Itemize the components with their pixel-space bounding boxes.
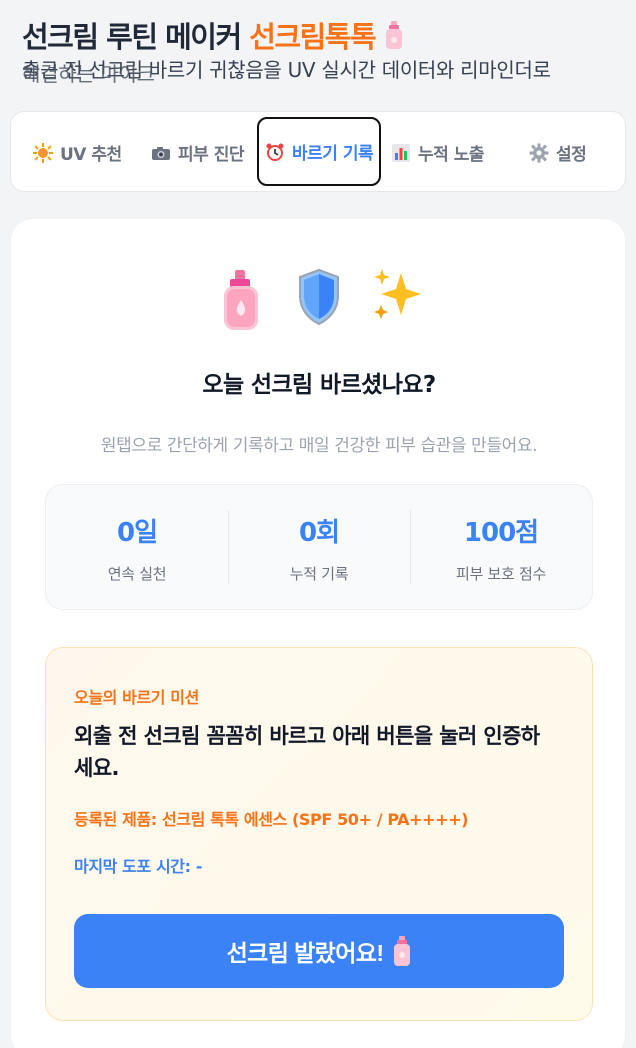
stat-label: 피부 보호 점수	[456, 565, 546, 583]
question-heading: 오늘 선크림 바르셨나요?	[202, 372, 436, 398]
stat-value: 0일	[116, 518, 158, 548]
stats-panel: 0일 연속 실천 0회 누적 기록 100점 피부 보호 점수	[45, 484, 593, 610]
stat-value: 0회	[298, 518, 340, 548]
tab-label: 누적 노출	[418, 145, 484, 165]
tab-label: 설정	[556, 145, 587, 165]
stat-label: 연속 실천	[107, 565, 167, 583]
page-title: 선크림 루틴 메이커 선크림톡톡	[22, 16, 622, 58]
camera-icon	[152, 146, 170, 160]
shield-icon	[299, 268, 339, 326]
tab-label: 피부 진단	[178, 145, 244, 165]
stat-label: 누적 기록	[289, 565, 349, 583]
tab-skin-diagnosis[interactable]: 피부 진단	[151, 112, 244, 193]
stat-value: 100점	[463, 518, 539, 548]
mission-card: 오늘의 바르기 미션 외출 전 선크림 꼼꼼히 바르고 아래 버튼을 눌러 인증…	[45, 647, 593, 1021]
page-subtitle-overlap: 해결하는 마이크	[22, 62, 155, 86]
sparkles-icon	[374, 269, 421, 319]
question-description: 원탭으로 간단하게 기록하고 매일 건강한 피부 습관을 만들어요.	[100, 436, 538, 456]
sunscreen-bottle-icon	[394, 936, 411, 966]
stat-protection-score: 100점 피부 보호 점수	[410, 485, 592, 609]
tab-uv-recommendation[interactable]: UV 추천	[33, 112, 122, 193]
apply-sunscreen-button[interactable]: 선크림 발랐어요!	[74, 914, 564, 988]
sunscreen-bottle-icon	[224, 270, 258, 330]
tab-apply-record[interactable]: 바르기 기록	[257, 117, 382, 186]
hero-icons	[11, 265, 627, 331]
sunscreen-bottle-icon	[386, 21, 403, 49]
alarm-clock-icon	[266, 143, 284, 161]
title-main: 선크림 루틴 메이커	[22, 20, 250, 54]
mission-text: 외출 전 선크림 꼼꼼히 바르고 아래 버튼을 눌러 인증하세요.	[74, 724, 540, 780]
mission-label: 오늘의 바르기 미션	[74, 688, 199, 707]
registered-product: 등록된 제품: 선크림 톡톡 에센스 (SPF 50+ / PA++++)	[74, 810, 469, 829]
tab-bar: UV 추천 피부 진단 바르기 기록 누적 노출 설정	[10, 111, 626, 192]
last-applied-time: 마지막 도포 시간: -	[74, 857, 202, 876]
button-label: 선크림 발랐어요!	[226, 940, 384, 966]
tab-label: UV 추천	[60, 145, 122, 165]
stat-streak: 0일 연속 실천	[46, 485, 228, 609]
tab-cumulative-exposure[interactable]: 누적 노출	[391, 112, 484, 193]
gear-icon	[529, 143, 549, 162]
stat-total-records: 0회 누적 기록	[228, 485, 410, 609]
apply-record-card: 오늘 선크림 바르셨나요? 원탭으로 간단하게 기록하고 매일 건강한 피부 습…	[10, 218, 626, 1048]
title-accent: 선크림톡톡	[249, 20, 376, 54]
sun-icon	[33, 142, 53, 163]
tab-settings[interactable]: 설정	[529, 112, 587, 193]
bar-chart-icon	[392, 143, 410, 162]
page-header: 선크림 루틴 메이커 선크림톡톡 출근 전 선크림 바르기 귀찮음을 UV 실시…	[22, 16, 622, 96]
tab-label: 바르기 기록	[292, 144, 374, 164]
